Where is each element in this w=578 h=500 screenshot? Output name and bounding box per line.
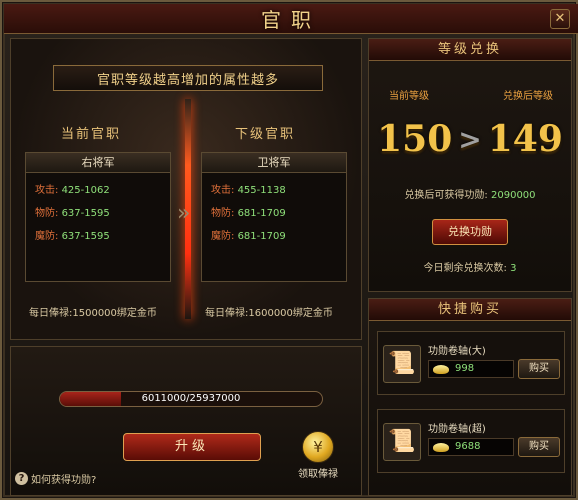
buy-button[interactable]: 购买 (518, 437, 560, 457)
stat-row: 魔防: 681-1709 (202, 225, 346, 248)
gold-ingot-icon (433, 364, 449, 374)
shop-heading: 快捷购买 (369, 299, 571, 321)
stat-row: 攻击: 455-1138 (202, 179, 346, 202)
question-icon: ? (15, 472, 28, 485)
stat-label: 物防: (211, 208, 235, 219)
next-rank-box: 卫将军 攻击: 455-1138 物防: 681-1709 魔防: 681-17… (201, 152, 347, 282)
exchange-button[interactable]: 兑换功勋 (432, 219, 508, 245)
next-rank-name: 卫将军 (202, 153, 346, 173)
current-rank-heading: 当前官职 (61, 127, 122, 142)
current-level: 150 (377, 118, 453, 160)
help-link[interactable]: ? 如何获得功勋? (15, 471, 96, 486)
claim-salary-label: 领取俸禄 (298, 469, 338, 480)
exchange-heading: 等级兑换 (369, 39, 571, 61)
stat-value: 637-1595 (61, 231, 110, 242)
officer-window: 官职 ✕ 官职等级越高增加的属性越多 当前官职 下级官职 右将军 攻击: 425… (0, 0, 578, 500)
item-name: 功勋卷轴(大) (428, 346, 486, 357)
price-value: 998 (455, 363, 475, 374)
current-rank-box: 右将军 攻击: 425-1062 物防: 637-1595 魔防: 637-15… (25, 152, 171, 282)
item-price: 998 (428, 360, 514, 378)
stat-value: 681-1709 (237, 231, 286, 242)
officer-banner: 官职等级越高增加的属性越多 (53, 65, 323, 91)
current-rank-name: 右将军 (26, 153, 170, 173)
upgrade-panel: 6011000/25937000 升级 ¥ 领取俸禄 ? 如何获得功勋? (10, 346, 362, 496)
buy-button[interactable]: 购买 (518, 359, 560, 379)
next-salary: 每日俸禄:1600000绑定金币 (205, 308, 333, 319)
coin-icon: ¥ (302, 431, 334, 463)
stat-label: 物防: (35, 208, 59, 219)
exchange-merit: 兑换后可获得功勋: 2090000 (369, 186, 571, 201)
merit-value: 2090000 (491, 190, 536, 201)
current-salary: 每日俸禄:1500000绑定金币 (29, 308, 157, 319)
current-level-label: 当前等级 (389, 91, 429, 102)
item-name: 功勋卷轴(超) (428, 424, 486, 435)
claim-salary-button[interactable]: ¥ 领取俸禄 (295, 431, 341, 480)
close-icon[interactable]: ✕ (550, 9, 570, 29)
title-bar: 官职 ✕ (4, 4, 578, 34)
shop-item: 📜 功勋卷轴(超) 9688 购买 (377, 409, 565, 473)
after-level: 149 (487, 118, 563, 160)
quick-buy-panel: 快捷购买 📜 功勋卷轴(大) 998 购买 📜 功勋卷轴(超) 9688 购买 (368, 298, 572, 496)
stat-value: 455-1138 (237, 185, 286, 196)
stat-value: 681-1709 (237, 208, 286, 219)
stat-row: 物防: 681-1709 (202, 202, 346, 225)
merit-label: 兑换后可获得功勋: (404, 190, 488, 201)
after-level-label: 兑换后等级 (503, 91, 553, 102)
stat-row: 物防: 637-1595 (26, 202, 170, 225)
gold-ingot-icon (433, 442, 449, 452)
stat-value: 425-1062 (61, 185, 110, 196)
help-text: 如何获得功勋? (31, 475, 97, 486)
stat-label: 攻击: (211, 185, 235, 196)
level-display: 150 > 149 (369, 118, 571, 160)
stat-value: 637-1595 (61, 208, 110, 219)
stat-row: 攻击: 425-1062 (26, 179, 170, 202)
stat-label: 魔防: (211, 231, 235, 242)
progress-text: 6011000/25937000 (141, 393, 241, 404)
stat-label: 魔防: (35, 231, 59, 242)
purple-scroll-icon: 📜 (383, 423, 421, 461)
merit-progress-bar: 6011000/25937000 (59, 391, 323, 407)
item-price: 9688 (428, 438, 514, 456)
level-exchange-panel: 等级兑换 当前等级 兑换后等级 150 > 149 兑换后可获得功勋: 2090… (368, 38, 572, 292)
shop-item: 📜 功勋卷轴(大) 998 购买 (377, 331, 565, 395)
double-chevron-icon: » (177, 201, 191, 226)
scroll-icon: 📜 (383, 345, 421, 383)
next-rank-heading: 下级官职 (235, 127, 296, 142)
price-value: 9688 (455, 441, 481, 452)
stat-label: 攻击: (35, 185, 59, 196)
arrow-right-icon: > (458, 122, 482, 156)
upgrade-button[interactable]: 升级 (123, 433, 261, 461)
remain-label: 今日剩余兑换次数: (423, 263, 507, 274)
remain-value: 3 (510, 263, 517, 274)
window-title: 官职 (261, 8, 321, 32)
stat-row: 魔防: 637-1595 (26, 225, 170, 248)
officer-compare-panel: 官职等级越高增加的属性越多 当前官职 下级官职 右将军 攻击: 425-1062… (10, 38, 362, 340)
remaining-exchanges: 今日剩余兑换次数: 3 (369, 259, 571, 274)
